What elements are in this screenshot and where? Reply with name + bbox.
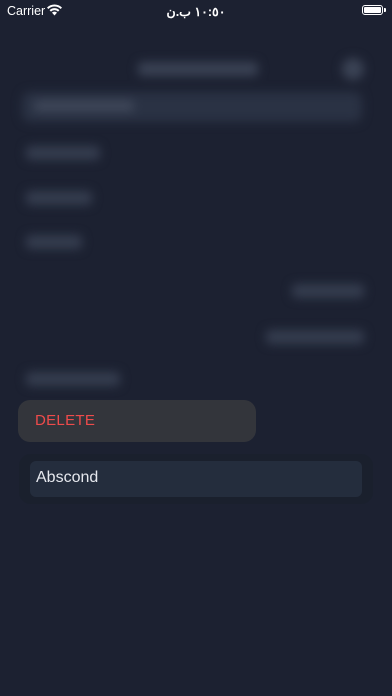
action-sheet-cancel-group: Abscond xyxy=(19,454,373,504)
clock: ١٠:٥٠ ب.ن xyxy=(166,5,226,19)
blurred-background-page xyxy=(0,22,392,696)
battery-icon xyxy=(362,5,386,15)
blurred-row xyxy=(292,284,364,298)
action-sheet-options: DELETE xyxy=(18,400,256,442)
blurred-row xyxy=(26,372,120,386)
blurred-nav-title xyxy=(138,62,258,76)
blurred-row xyxy=(26,191,92,205)
delete-button[interactable]: DELETE xyxy=(35,400,95,442)
blurred-row xyxy=(26,146,100,160)
blurred-row xyxy=(266,330,364,344)
blurred-search-text xyxy=(34,100,134,112)
blurred-row xyxy=(26,235,82,249)
status-bar: Carrier ١٠:٥٠ ب.ن xyxy=(0,0,392,22)
cancel-button-label: Abscond xyxy=(36,469,99,486)
cancel-button[interactable]: Abscond xyxy=(30,461,362,497)
blurred-nav-icon xyxy=(342,58,364,80)
